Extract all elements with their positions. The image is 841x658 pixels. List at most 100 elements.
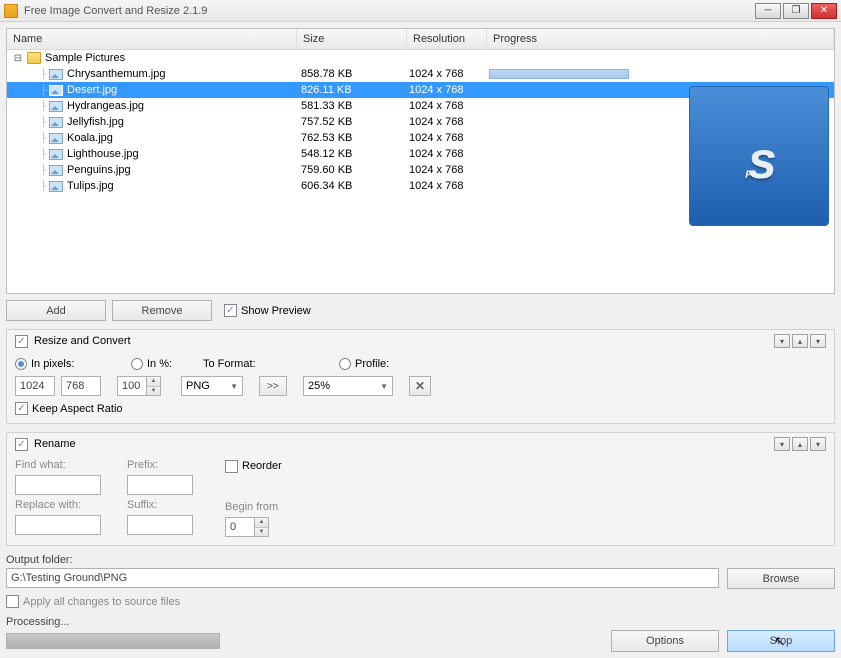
- image-icon: [49, 165, 63, 176]
- in-pixels-label: In pixels:: [31, 358, 74, 370]
- tree-branch-icon: ├: [40, 101, 47, 112]
- rename-enable-checkbox[interactable]: ✓: [15, 438, 28, 451]
- folder-row[interactable]: ⊟ Sample Pictures: [7, 50, 834, 66]
- file-row[interactable]: ├Chrysanthemum.jpg858.78 KB1024 x 768: [7, 66, 834, 82]
- image-icon: [49, 101, 63, 112]
- file-resolution: 1024 x 768: [409, 148, 489, 160]
- column-size[interactable]: Size: [297, 29, 407, 49]
- width-input[interactable]: [15, 376, 55, 396]
- profile-combo[interactable]: 25% ▼: [303, 376, 393, 396]
- resize-panel: ✓ Resize and Convert ▾ ▴ ▾ In pixels: In…: [6, 329, 835, 424]
- output-folder-input[interactable]: [6, 568, 719, 588]
- image-icon: [49, 149, 63, 160]
- logo-s: s: [748, 132, 773, 190]
- file-name: Koala.jpg: [67, 132, 301, 144]
- tree-branch-icon: ├: [40, 181, 47, 192]
- app-icon: [4, 4, 18, 18]
- file-resolution: 1024 x 768: [409, 116, 489, 128]
- percent-spinner[interactable]: ▲▼: [147, 376, 161, 396]
- file-resolution: 1024 x 768: [409, 180, 489, 192]
- file-name: Chrysanthemum.jpg: [67, 68, 301, 80]
- in-pixels-radio[interactable]: [15, 358, 27, 370]
- reorder-label: Reorder: [242, 460, 282, 472]
- file-name: Desert.jpg: [67, 84, 301, 96]
- replace-input[interactable]: [15, 515, 101, 535]
- tree-branch-icon: ├: [40, 85, 47, 96]
- maximize-button[interactable]: ❐: [783, 3, 809, 19]
- to-format-label: To Format:: [203, 358, 269, 370]
- tree-branch-icon: ├: [40, 69, 47, 80]
- chevron-down-icon: ▼: [230, 382, 238, 391]
- file-name: Lighthouse.jpg: [67, 148, 301, 160]
- panel-collapse-icon[interactable]: ▾: [774, 334, 790, 348]
- apply-format-button[interactable]: >>: [259, 376, 287, 396]
- find-input[interactable]: [15, 475, 101, 495]
- reorder-checkbox[interactable]: ✓: [225, 460, 238, 473]
- begin-input[interactable]: [225, 517, 255, 537]
- prefix-input[interactable]: [127, 475, 193, 495]
- chevron-down-icon: ▼: [380, 382, 388, 391]
- apply-all-checkbox[interactable]: ✓: [6, 595, 19, 608]
- file-size: 606.34 KB: [301, 180, 409, 192]
- folder-icon: [27, 52, 41, 64]
- clear-profile-button[interactable]: ✕: [409, 376, 431, 396]
- file-name: Penguins.jpg: [67, 164, 301, 176]
- panel-down-icon[interactable]: ▾: [810, 334, 826, 348]
- keep-aspect-label: Keep Aspect Ratio: [32, 403, 123, 415]
- file-size: 548.12 KB: [301, 148, 409, 160]
- suffix-input[interactable]: [127, 515, 193, 535]
- show-preview-checkbox[interactable]: ✓: [224, 304, 237, 317]
- panel-collapse-icon[interactable]: ▾: [774, 437, 790, 451]
- panel-up-icon[interactable]: ▴: [792, 334, 808, 348]
- options-button[interactable]: Options: [611, 630, 719, 652]
- tree-branch-icon: ├: [40, 133, 47, 144]
- window-controls: ─ ❐ ✕: [755, 3, 837, 19]
- suffix-label: Suffix:: [127, 499, 199, 511]
- column-name[interactable]: Name: [7, 29, 297, 49]
- file-size: 858.78 KB: [301, 68, 409, 80]
- resize-enable-checkbox[interactable]: ✓: [15, 335, 28, 348]
- close-button[interactable]: ✕: [811, 3, 837, 19]
- file-resolution: 1024 x 768: [409, 164, 489, 176]
- browse-button[interactable]: Browse: [727, 568, 835, 589]
- file-size: 581.33 KB: [301, 100, 409, 112]
- image-icon: [49, 69, 63, 80]
- begin-spinner[interactable]: ▲▼: [255, 517, 269, 537]
- keep-aspect-checkbox[interactable]: ✓: [15, 402, 28, 415]
- column-resolution[interactable]: Resolution: [407, 29, 487, 49]
- in-percent-radio[interactable]: [131, 358, 143, 370]
- format-combo[interactable]: PNG ▼: [181, 376, 243, 396]
- processing-label: Processing...: [6, 616, 835, 628]
- file-resolution: 1024 x 768: [409, 132, 489, 144]
- file-size: 759.60 KB: [301, 164, 409, 176]
- file-progress: [489, 69, 834, 79]
- show-preview-label: Show Preview: [241, 305, 311, 317]
- column-progress[interactable]: Progress: [487, 29, 834, 49]
- rename-panel: ✓ Rename ▾ ▴ ▾ Find what: Replace with: …: [6, 432, 835, 546]
- file-name: Jellyfish.jpg: [67, 116, 301, 128]
- file-resolution: 1024 x 768: [409, 84, 489, 96]
- profile-value: 25%: [308, 380, 330, 392]
- minimize-button[interactable]: ─: [755, 3, 781, 19]
- remove-button[interactable]: Remove: [112, 300, 212, 321]
- output-folder-label: Output folder:: [6, 554, 835, 566]
- profile-label: Profile:: [355, 358, 389, 370]
- cursor-icon: ↖: [774, 633, 786, 650]
- image-icon: [49, 133, 63, 144]
- image-icon: [49, 85, 63, 96]
- image-icon: [49, 181, 63, 192]
- titlebar: Free Image Convert and Resize 2.1.9 ─ ❐ …: [0, 0, 841, 22]
- preview-logo: Fs: [689, 86, 829, 226]
- stop-button[interactable]: Stop ↖: [727, 630, 835, 652]
- format-value: PNG: [186, 380, 210, 392]
- percent-input[interactable]: [117, 376, 147, 396]
- file-resolution: 1024 x 768: [409, 100, 489, 112]
- panel-up-icon[interactable]: ▴: [792, 437, 808, 451]
- add-button[interactable]: Add: [6, 300, 106, 321]
- rename-title: Rename: [34, 438, 76, 450]
- tree-expander-icon[interactable]: ⊟: [13, 53, 23, 64]
- profile-radio[interactable]: [339, 358, 351, 370]
- panel-down-icon[interactable]: ▾: [810, 437, 826, 451]
- height-input[interactable]: [61, 376, 101, 396]
- folder-label: Sample Pictures: [45, 52, 125, 64]
